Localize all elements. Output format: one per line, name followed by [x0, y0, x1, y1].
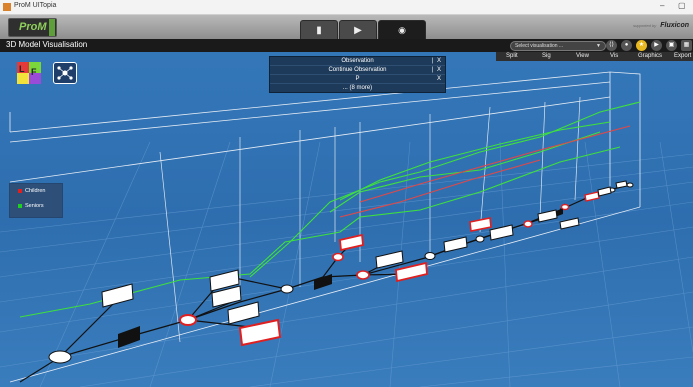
- close-icon[interactable]: X: [437, 57, 441, 65]
- brand-name: Fluxicon: [660, 22, 689, 29]
- visualisation-select-value: Select visualisation ...: [515, 43, 564, 49]
- network-icon[interactable]: [53, 62, 77, 84]
- pin-icon[interactable]: |: [431, 66, 433, 74]
- copy-icon[interactable]: ▣: [666, 40, 677, 51]
- minimize-button[interactable]: –: [660, 1, 664, 10]
- legend-label: Seniors: [25, 203, 44, 209]
- play-icon: ▶: [354, 25, 362, 36]
- lf-widget[interactable]: L F: [17, 62, 41, 84]
- star-icon[interactable]: ★: [636, 40, 647, 51]
- trajectory-lines: [19, 101, 641, 318]
- menu-vis[interactable]: Vis: [610, 53, 618, 59]
- menu-sig[interactable]: Sig: [542, 53, 551, 59]
- bounding-box: [9, 71, 641, 383]
- viz-menu-bar: Split Sig View Vis Graphics Export: [496, 52, 693, 61]
- prom-logo: ProM: [8, 18, 57, 37]
- pin-icon[interactable]: |: [431, 57, 433, 65]
- floor-grid: [0, 141, 693, 387]
- more-observations-label: ... (8 more): [342, 85, 373, 91]
- legend-item-seniors[interactable]: Seniors: [18, 203, 44, 209]
- workspace-icon: ▮: [316, 25, 322, 36]
- perspective-tabs: ▮ ▶ ◉: [300, 20, 427, 41]
- visualisation-header: 3D Model Visualisation Select visualisat…: [0, 39, 693, 52]
- menu-export[interactable]: Export: [674, 53, 691, 59]
- maximize-button[interactable]: ▢: [678, 1, 686, 10]
- visualisation-select[interactable]: Select visualisation ... ▼: [510, 41, 606, 51]
- views-tab[interactable]: ◉: [378, 20, 426, 41]
- eye-icon: ◉: [398, 25, 406, 35]
- prom-logo-text: ProM: [19, 21, 47, 33]
- more-observations[interactable]: ... (8 more): [270, 84, 445, 92]
- menu-split[interactable]: Split: [506, 53, 518, 59]
- observation-label: P: [355, 76, 360, 82]
- grid-icon[interactable]: ▦: [681, 40, 692, 51]
- menu-graphics[interactable]: Graphics: [638, 53, 662, 59]
- observation-panel: Observation | X Continue Observation | X…: [269, 56, 446, 93]
- lf-label-l: L: [19, 64, 25, 74]
- drop-icon[interactable]: ●: [621, 40, 632, 51]
- actions-tab[interactable]: ▶: [339, 20, 377, 41]
- visualisation-canvas[interactable]: L F Observation | X Continue Observation…: [0, 52, 693, 387]
- prom-app-icon: [3, 3, 11, 11]
- menu-view[interactable]: View: [576, 53, 589, 59]
- page-title: 3D Model Visualisation: [6, 40, 88, 49]
- workspace-tab[interactable]: ▮: [300, 20, 338, 41]
- legend-swatch: [18, 188, 22, 193]
- 3d-scene[interactable]: [0, 52, 693, 387]
- close-icon[interactable]: X: [437, 66, 441, 74]
- observation-label: Continue Observation: [328, 67, 387, 73]
- legend-label: Children: [25, 188, 46, 194]
- observation-row[interactable]: P X: [270, 75, 445, 84]
- observation-label: Observation: [341, 58, 374, 64]
- main-toolbar: ProM ▮ ▶ ◉ supported by Fluxicon: [0, 15, 693, 41]
- prom-logo-accent: [49, 19, 55, 36]
- code-icon[interactable]: ⟨⟩: [606, 40, 617, 51]
- observation-row[interactable]: Continue Observation | X: [270, 66, 445, 75]
- window-title-bar: ProM UITopia – ▢: [0, 0, 693, 15]
- brand-prefix: supported by: [633, 23, 657, 28]
- legend-swatch: [18, 203, 22, 208]
- observation-row[interactable]: Observation | X: [270, 57, 445, 66]
- play-circle-icon[interactable]: ▶: [651, 40, 662, 51]
- brand-logo: supported by Fluxicon: [633, 22, 689, 29]
- lf-label-f: F: [31, 67, 37, 77]
- legend: Children Seniors: [9, 183, 63, 218]
- legend-item-children[interactable]: Children: [18, 188, 45, 194]
- window-title: ProM UITopia: [14, 2, 57, 9]
- close-icon[interactable]: X: [437, 75, 441, 83]
- chevron-down-icon: ▼: [596, 43, 601, 49]
